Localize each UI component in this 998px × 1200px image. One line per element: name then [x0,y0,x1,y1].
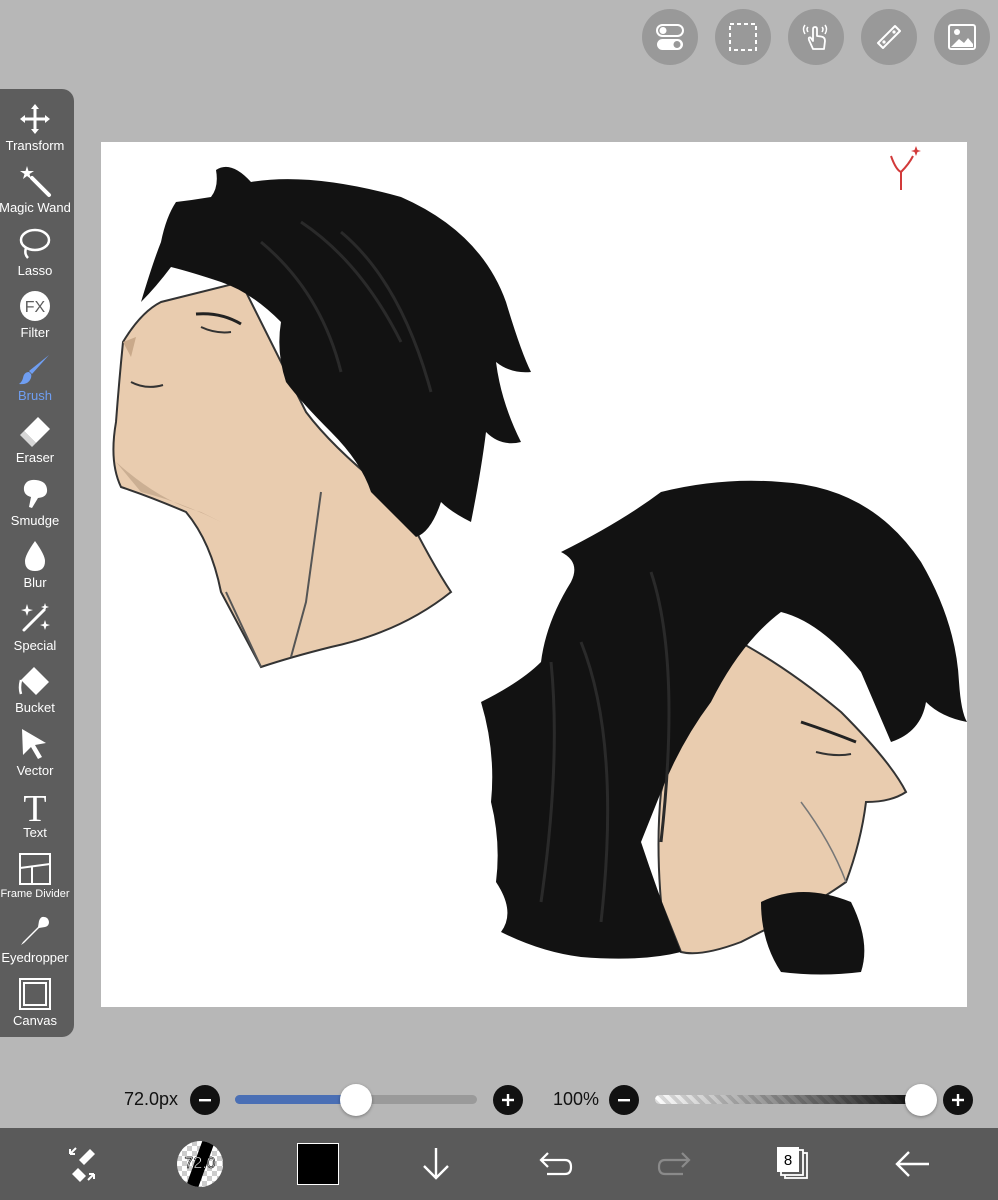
blur-drop-icon [17,538,53,574]
tool-canvas[interactable]: Canvas [0,974,70,1036]
toggle-icon [656,24,684,50]
current-color-swatch [297,1143,339,1185]
tool-special[interactable]: Special [0,599,70,661]
quick-swap-button[interactable] [47,1128,117,1200]
tool-eraser[interactable]: Eraser [0,411,70,473]
vector-cursor-icon [17,726,53,762]
tool-label: Eraser [15,450,55,465]
tool-frame-divider[interactable]: Frame Divider [0,849,70,911]
plus-icon [502,1094,514,1106]
svg-text:T: T [23,789,46,823]
brush-size-fill [235,1095,356,1104]
transform-icon [17,101,53,137]
head-profile-up [112,166,531,669]
minus-icon [618,1099,630,1102]
tool-label: Transform [5,138,65,153]
drawing-canvas[interactable] [101,142,967,1007]
tool-label: Canvas [12,1013,58,1028]
tool-label: Brush [18,388,52,403]
tool-label: Magic Wand [0,200,71,215]
tool-brush[interactable]: Brush [0,349,70,411]
selection-button[interactable] [715,9,771,65]
tool-vector[interactable]: Vector [0,724,70,786]
image-icon [948,24,976,50]
tool-bucket[interactable]: Bucket [0,661,70,723]
opacity-track[interactable] [655,1095,935,1104]
touch-gesture-icon [802,24,828,50]
color-swatch-button[interactable] [283,1128,353,1200]
tool-smudge[interactable]: Smudge [0,474,70,536]
tool-label: Text [23,825,47,840]
artwork-illustration [112,146,967,975]
ruler-icon [877,25,901,49]
brush-size-knob[interactable] [340,1084,372,1116]
minus-icon [199,1099,211,1102]
brush-icon [17,351,53,387]
brush-preview-button[interactable]: 72.0 [165,1128,235,1200]
brush-eraser-swap-icon [69,1147,95,1182]
tool-eyedropper[interactable]: Eyedropper [0,911,70,973]
undo-button[interactable] [520,1128,590,1200]
eraser-icon [17,413,53,449]
head-profile-down [481,480,967,975]
arrow-left-icon [895,1151,929,1177]
ruler-button[interactable] [861,9,917,65]
tool-label: Blur [23,575,47,590]
smudge-icon [17,476,53,512]
tool-label: Special [13,638,57,653]
bucket-icon [17,663,53,699]
filter-fx-icon: FX [17,288,53,324]
brush-size-decrease-button[interactable] [190,1085,220,1115]
layers-button[interactable]: 8 [757,1128,827,1200]
selection-icon [729,23,757,51]
redo-icon [657,1152,691,1176]
tool-label: Filter [20,325,50,340]
tool-label: Lasso [17,263,53,278]
redo-button[interactable] [640,1128,710,1200]
tool-transform[interactable]: Transform [0,99,70,161]
material-button[interactable] [934,9,990,65]
opacity-value: 100% [553,1089,600,1109]
layers-icon: 8 [777,1147,808,1179]
brush-preview-size: 72.0 [184,1155,216,1173]
text-icon: T [17,788,53,824]
tool-text[interactable]: T Text [0,786,70,848]
undo-icon [539,1152,573,1176]
tool-label: Vector [16,763,54,778]
layer-count: 8 [784,1152,792,1169]
magic-wand-icon [17,163,53,199]
tool-sidebar: Transform Magic Wand Lasso FX Filter Bru… [0,89,74,1037]
tool-label: Frame Divider [0,888,70,900]
tool-lasso[interactable]: Lasso [0,224,70,286]
tool-filter[interactable]: FX Filter [0,286,70,348]
canvas-icon [17,976,53,1012]
gesture-button[interactable] [788,9,844,65]
arrow-down-icon [423,1148,449,1180]
tool-label: Smudge [10,513,60,528]
eyedropper-icon [17,913,53,949]
frame-divider-icon [17,851,53,887]
lasso-icon [17,226,53,262]
back-button[interactable] [878,1128,948,1200]
signature-mark [890,146,921,190]
tool-blur[interactable]: Blur [0,536,70,598]
opacity-decrease-button[interactable] [609,1085,639,1115]
tool-label: Bucket [15,700,55,715]
toggle-button[interactable] [642,9,698,65]
svg-text:FX: FX [25,299,46,316]
special-sparkle-icon [17,601,53,637]
opacity-increase-button[interactable] [943,1085,973,1115]
tool-magic-wand[interactable]: Magic Wand [0,161,71,223]
tool-label: Eyedropper [1,950,69,965]
opacity-knob[interactable] [905,1084,937,1116]
brush-size-value: 72.0px [124,1089,179,1109]
plus-icon [952,1094,964,1106]
brush-preview-thumb: 72.0 [177,1141,223,1187]
brush-size-increase-button[interactable] [493,1085,523,1115]
download-button[interactable] [401,1128,471,1200]
bottom-toolbar: 72.0 8 [0,1128,998,1200]
